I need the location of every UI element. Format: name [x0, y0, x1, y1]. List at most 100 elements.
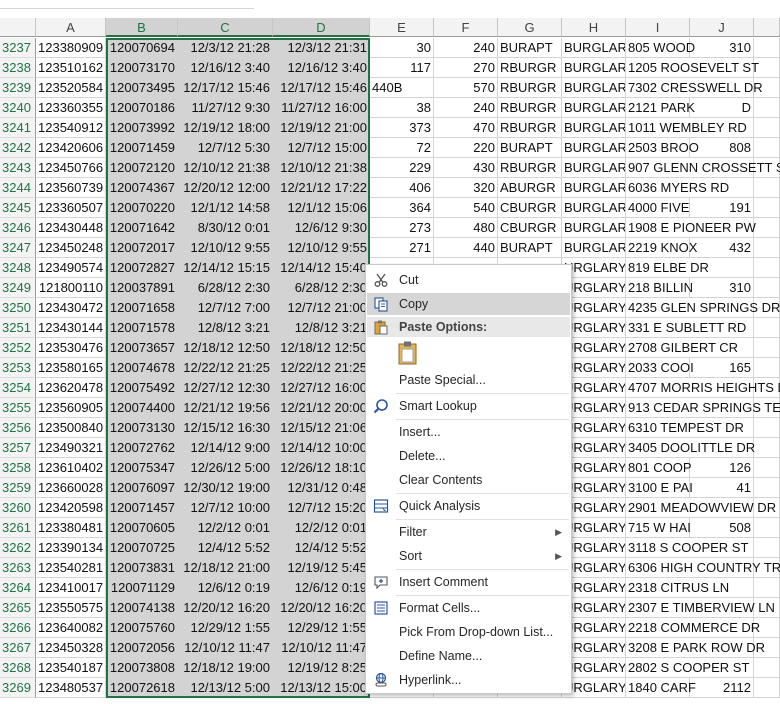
cell-d[interactable]: 12/31/12 0:48 [273, 478, 370, 498]
row-header[interactable]: 3238 [0, 58, 36, 78]
cell-c[interactable]: 12/7/12 5:30 [178, 138, 273, 158]
row-header[interactable]: 3239 [0, 78, 36, 98]
cell-b[interactable]: 120076097 [106, 478, 178, 498]
cell-b[interactable]: 120075492 [106, 378, 178, 398]
cell-h[interactable]: BURGLARY [562, 158, 626, 178]
cell-j[interactable]: 808 [690, 138, 754, 158]
cell-b[interactable]: 120072618 [106, 678, 178, 698]
cell-f[interactable]: 430 [434, 158, 498, 178]
name-box[interactable] [0, 0, 254, 9]
cell-d[interactable]: 12/16/12 3:40 [273, 58, 370, 78]
cell-i[interactable]: 913 CEDAR SPRINGS TE [626, 398, 780, 418]
cell-i[interactable]: 2318 CITRUS LN [626, 578, 754, 598]
cell-b[interactable]: 120073495 [106, 78, 178, 98]
cell-a[interactable]: 123490574 [36, 258, 106, 278]
cell-a[interactable]: 123540912 [36, 118, 106, 138]
cell-k[interactable] [754, 438, 780, 458]
cell-b[interactable]: 120071457 [106, 498, 178, 518]
cell-i[interactable]: 819 ELBE DR [626, 258, 754, 278]
cell-a[interactable]: 123610402 [36, 458, 106, 478]
cell-d[interactable]: 12/6/12 0:19 [273, 578, 370, 598]
paste-button[interactable] [398, 341, 418, 365]
cell-a[interactable]: 123560739 [36, 178, 106, 198]
cell-k[interactable] [754, 518, 780, 538]
cell-h[interactable]: BURGLARY [562, 138, 626, 158]
cell-d[interactable]: 12/3/12 21:31 [273, 38, 370, 58]
row-header[interactable]: 3269 [0, 678, 36, 698]
cell-d[interactable]: 12/8/12 3:21 [273, 318, 370, 338]
menu-quick-analysis[interactable]: Quick Analysis [367, 495, 570, 517]
cell-h[interactable]: BURGLARY [562, 198, 626, 218]
cell-f[interactable]: 570 [434, 78, 498, 98]
cell-a[interactable]: 123620478 [36, 378, 106, 398]
cell-a[interactable]: 123550575 [36, 598, 106, 618]
cell-i[interactable]: 2802 S COOPER ST [626, 658, 754, 678]
cell-a[interactable]: 123560905 [36, 398, 106, 418]
cell-h[interactable]: BURGLARY [562, 118, 626, 138]
cell-g[interactable]: RBURGR [498, 118, 562, 138]
cell-d[interactable]: 12/10/12 21:38 [273, 158, 370, 178]
cell-c[interactable]: 11/27/12 9:30 [178, 98, 273, 118]
cell-c[interactable]: 12/10/12 11:47 [178, 638, 273, 658]
cell-b[interactable]: 120070186 [106, 98, 178, 118]
cell-d[interactable]: 12/29/12 1:55 [273, 618, 370, 638]
cell-c[interactable]: 12/1/12 14:58 [178, 198, 273, 218]
cell-c[interactable]: 12/22/12 21:25 [178, 358, 273, 378]
cell-d[interactable]: 12/22/12 21:25 [273, 358, 370, 378]
cell-g[interactable]: RBURGR [498, 78, 562, 98]
cell-c[interactable]: 12/3/12 21:28 [178, 38, 273, 58]
row-header[interactable]: 3260 [0, 498, 36, 518]
row-header[interactable]: 3243 [0, 158, 36, 178]
column-header-h[interactable]: H [562, 18, 626, 37]
cell-h[interactable]: BURGLARY [562, 78, 626, 98]
cell-d[interactable]: 12/17/12 15:46 [273, 78, 370, 98]
cell-c[interactable]: 12/16/12 3:40 [178, 58, 273, 78]
cell-j[interactable]: 310 [690, 38, 754, 58]
cell-b[interactable]: 120072017 [106, 238, 178, 258]
cell-k[interactable] [754, 258, 780, 278]
cell-a[interactable]: 123540187 [36, 658, 106, 678]
cell-d[interactable]: 12/14/12 15:40 [273, 258, 370, 278]
cell-i[interactable]: 6310 TEMPEST DR [626, 418, 754, 438]
cell-d[interactable]: 12/2/12 0:01 [273, 518, 370, 538]
row-header[interactable]: 3252 [0, 338, 36, 358]
cell-d[interactable]: 12/19/12 5:45 [273, 558, 370, 578]
cell-k[interactable] [754, 118, 780, 138]
cell-k[interactable] [754, 178, 780, 198]
row-header[interactable]: 3266 [0, 618, 36, 638]
cell-a[interactable]: 123380481 [36, 518, 106, 538]
cell-g[interactable]: RBURGR [498, 158, 562, 178]
row-header[interactable]: 3237 [0, 38, 36, 58]
cell-b[interactable]: 120071658 [106, 298, 178, 318]
cell-b[interactable]: 120071459 [106, 138, 178, 158]
cell-c[interactable]: 12/21/12 19:56 [178, 398, 273, 418]
cell-b[interactable]: 120071578 [106, 318, 178, 338]
cell-b[interactable]: 120070605 [106, 518, 178, 538]
row-header[interactable]: 3259 [0, 478, 36, 498]
cell-f[interactable]: 240 [434, 38, 498, 58]
cell-e[interactable]: 273 [370, 218, 434, 238]
cell-b[interactable]: 120070694 [106, 38, 178, 58]
cell-a[interactable]: 123450766 [36, 158, 106, 178]
cell-k[interactable] [754, 38, 780, 58]
cell-d[interactable]: 11/27/12 16:00 [273, 98, 370, 118]
cell-i[interactable]: 3100 E PAI [626, 478, 693, 498]
cell-j[interactable]: 126 [690, 458, 754, 478]
cell-a[interactable]: 123430472 [36, 298, 106, 318]
cell-i[interactable]: 6036 MYERS RD [626, 178, 754, 198]
cell-c[interactable]: 12/10/12 21:38 [178, 158, 273, 178]
column-header-i[interactable]: I [626, 18, 690, 37]
cell-b[interactable]: 120072827 [106, 258, 178, 278]
cell-k[interactable] [754, 138, 780, 158]
cell-j[interactable]: D [690, 98, 754, 118]
cell-k[interactable] [754, 218, 780, 238]
cell-d[interactable]: 12/7/12 15:20 [273, 498, 370, 518]
cell-k[interactable] [754, 658, 780, 678]
cell-d[interactable]: 12/18/12 12:50 [273, 338, 370, 358]
menu-filter[interactable]: Filter ▶ [367, 521, 570, 543]
cell-j[interactable]: 310 [690, 278, 754, 298]
cell-a[interactable]: 123540281 [36, 558, 106, 578]
cell-g[interactable]: BURAPT [498, 138, 562, 158]
cell-b[interactable]: 120074367 [106, 178, 178, 198]
cell-f[interactable]: 440 [434, 238, 498, 258]
